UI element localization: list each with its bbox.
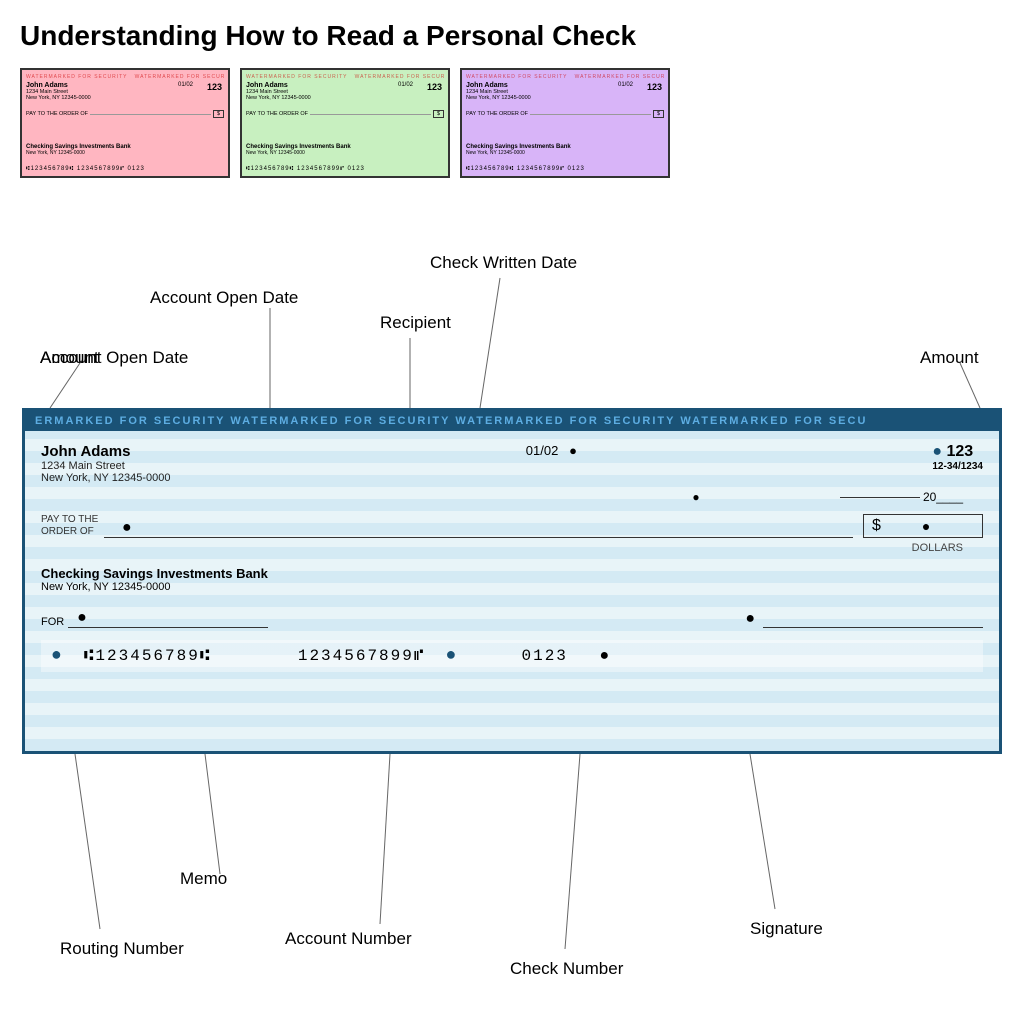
below-annotations: Routing Number Memo Account Number Check…: [20, 754, 1004, 1004]
mini-date-pink: 01/02: [178, 82, 193, 88]
mini-date-green: 01/02: [398, 82, 413, 88]
annotation-amount-left2: Amount: [40, 348, 99, 368]
payto-row: PAY TO THEORDER OF ● $ ●: [41, 514, 983, 538]
watermark-bar: ERMARKED FOR SECURITY WATERMARKED FOR SE…: [25, 411, 999, 431]
payto-label: PAY TO THEORDER OF: [41, 514, 98, 538]
payto-line: ●: [104, 519, 853, 538]
label-check-number: Check Number: [510, 959, 623, 979]
annotation-recipient: Recipient: [380, 313, 451, 333]
mini-micr-green: ⑆123456789⑆ 1234567899⑈ 0123: [246, 166, 444, 172]
mini-addr2-purple: New York, NY 12345-0000: [466, 95, 664, 101]
dollars-row: DOLLARS: [41, 542, 983, 554]
mini-num-pink: 123: [207, 82, 222, 92]
check-body: John Adams 1234 Main Street New York, NY…: [25, 431, 999, 751]
annotation-account-open-date: Account Open Date: [150, 288, 298, 308]
mini-payto-purple: PAY TO THE ORDER OF $: [466, 110, 664, 118]
mini-date-purple: 01/02: [618, 82, 633, 88]
mini-check-purple: WATERMARKED FOR SECURITY WATERMARKED FOR…: [460, 68, 670, 178]
check-fraction: 12-34/1234: [932, 461, 983, 472]
date-line-row: ● 20 ____: [41, 490, 983, 504]
mini-checks-container: WATERMARKED FOR SECURITY WATERMARKED FOR…: [20, 68, 1004, 178]
mini-check-green: WATERMARKED FOR SECURITY WATERMARKED FOR…: [240, 68, 450, 178]
bank-row: Checking Savings Investments Bank New Yo…: [41, 566, 983, 593]
check-date-block: 01/02 ●: [526, 443, 577, 458]
main-check: ERMARKED FOR SECURITY WATERMARKED FOR SE…: [22, 408, 1002, 754]
for-sig-row: FOR ● ●: [41, 609, 983, 628]
mini-addr2-pink: New York, NY 12345-0000: [26, 95, 224, 101]
label-memo: Memo: [180, 869, 227, 889]
twenty-label: 20: [923, 490, 936, 504]
above-annotations: Account Open Date Account Open Date Chec…: [20, 208, 1004, 408]
check-addr1: 1234 Main Street: [41, 460, 170, 472]
mini-micr-pink: ⑆123456789⑆ 1234567899⑈ 0123: [26, 166, 224, 172]
annotation-amount-right: Amount: [920, 348, 979, 368]
check-row1: John Adams 1234 Main Street New York, NY…: [41, 443, 983, 484]
for-line: ●: [68, 609, 268, 628]
micr-routing: ⑆123456789⑆: [84, 647, 212, 665]
annotation-lines-above: [20, 208, 1004, 408]
date-blank-line: [840, 497, 920, 498]
mini-addr2-green: New York, NY 12345-0000: [246, 95, 444, 101]
amount-value: [887, 518, 922, 534]
mini-watermark-purple: WATERMARKED FOR SECURITY WATERMARKED FOR…: [466, 74, 664, 80]
dollar-sign: $: [872, 517, 881, 535]
main-check-container: ERMARKED FOR SECURITY WATERMARKED FOR SE…: [22, 408, 1002, 754]
micr-check: 0123: [521, 647, 567, 665]
sig-section: ●: [745, 610, 983, 628]
micr-account: 1234567899⑈: [298, 647, 426, 665]
mini-payto-pink: PAY TO THE ORDER OF $: [26, 110, 224, 118]
check-number-display: 123: [947, 443, 974, 460]
mini-bank-purple: Checking Savings Investments BankNew Yor…: [466, 144, 571, 156]
mini-num-green: 123: [427, 82, 442, 92]
for-label: FOR: [41, 616, 64, 628]
mini-watermark-green: WATERMARKED FOR SECURITY WATERMARKED FOR…: [246, 74, 444, 80]
dollars-label: DOLLARS: [912, 542, 963, 554]
mini-payto-green: PAY TO THE ORDER OF $: [246, 110, 444, 118]
check-name-block: John Adams 1234 Main Street New York, NY…: [41, 443, 170, 484]
mini-bank-pink: Checking Savings Investments BankNew Yor…: [26, 144, 131, 156]
mini-name-purple: John Adams: [466, 82, 664, 89]
mini-name-green: John Adams: [246, 82, 444, 89]
dollar-box: $ ●: [863, 514, 983, 538]
annotation-check-written-date: Check Written Date: [430, 253, 577, 273]
mini-micr-purple: ⑆123456789⑆ 1234567899⑈ 0123: [466, 166, 664, 172]
label-routing-number: Routing Number: [60, 939, 184, 959]
check-addr2: New York, NY 12345-0000: [41, 472, 170, 484]
mini-name-pink: John Adams: [26, 82, 224, 89]
bank-name: Checking Savings Investments Bank: [41, 566, 983, 581]
check-date: 01/02: [526, 443, 559, 458]
mini-watermark-pink: WATERMARKED FOR SECURITY WATERMARKED FOR…: [26, 74, 224, 80]
bank-addr: New York, NY 12345-0000: [41, 581, 983, 593]
mini-num-purple: 123: [647, 82, 662, 92]
label-account-number: Account Number: [285, 929, 412, 949]
mini-bank-green: Checking Savings Investments BankNew Yor…: [246, 144, 351, 156]
mini-check-pink: WATERMARKED FOR SECURITY WATERMARKED FOR…: [20, 68, 230, 178]
page-title: Understanding How to Read a Personal Che…: [20, 20, 1004, 52]
sig-line: [763, 627, 983, 628]
for-section: FOR ●: [41, 609, 268, 628]
check-num-block: ● 123 12-34/1234: [932, 443, 983, 472]
check-owner-name: John Adams: [41, 443, 170, 460]
micr-row: ● ⑆123456789⑆ 1234567899⑈ ● 0123 ●: [41, 640, 983, 672]
label-signature: Signature: [750, 919, 823, 939]
